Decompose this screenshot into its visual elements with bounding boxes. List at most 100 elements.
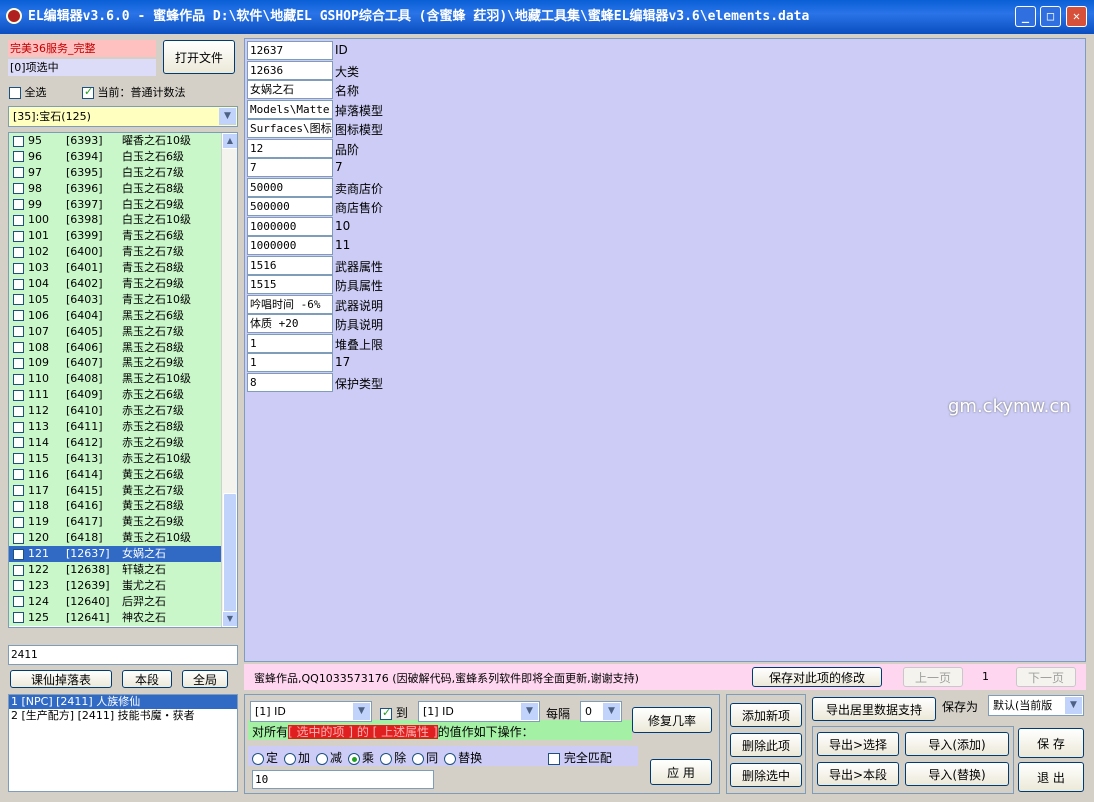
list-item[interactable]: 121 [12637] 女娲之石 xyxy=(9,546,237,563)
checkbox-icon[interactable] xyxy=(13,516,24,528)
list-item[interactable]: 98 [6396] 白玉之石8级 xyxy=(9,180,237,197)
checkbox-icon[interactable] xyxy=(13,373,24,385)
list-item[interactable]: 106 [6404] 黑玉之石6级 xyxy=(9,307,237,324)
maximize-button[interactable]: □ xyxy=(1040,6,1061,27)
property-value-input[interactable]: Surfaces\图标 xyxy=(247,119,333,138)
prev-page-button[interactable]: 上一页 xyxy=(903,667,963,687)
checkbox-icon[interactable] xyxy=(13,532,24,544)
checkbox-icon[interactable] xyxy=(13,135,24,147)
list-item[interactable]: 102 [6400] 青玉之石7级 xyxy=(9,244,237,261)
list-item[interactable]: 109 [6407] 黑玉之石9级 xyxy=(9,355,237,372)
checkbox-icon[interactable] xyxy=(13,167,24,179)
checkbox-icon[interactable] xyxy=(13,326,24,338)
checkbox-icon[interactable] xyxy=(13,262,24,274)
close-button[interactable]: ✕ xyxy=(1066,6,1087,27)
select-all-checkbox[interactable]: 全选 xyxy=(9,84,47,100)
checkbox-icon[interactable] xyxy=(13,548,24,560)
scroll-thumb[interactable] xyxy=(223,493,237,613)
checkbox-icon[interactable] xyxy=(13,612,24,624)
op-radio[interactable]: 替换 xyxy=(444,751,482,765)
to-checkbox[interactable]: 到 xyxy=(380,704,408,721)
scroll-down-icon[interactable]: ▼ xyxy=(222,611,237,627)
drop-table-button[interactable]: 课仙掉落表 xyxy=(10,670,112,688)
list-item[interactable]: 104 [6402] 青玉之石9级 xyxy=(9,276,237,292)
op-radio[interactable]: 同 xyxy=(412,751,438,765)
export-support-button[interactable]: 导出居里数据支持 xyxy=(812,697,936,721)
list-item[interactable]: 103 [6401] 青玉之石8级 xyxy=(9,260,237,277)
checkbox-icon[interactable] xyxy=(13,580,24,592)
checkbox-icon[interactable] xyxy=(13,294,24,306)
export-section-button[interactable]: 导出>本段 xyxy=(817,762,899,786)
list-item[interactable]: 114 [6412] 赤玉之石9级 xyxy=(9,434,237,451)
search-results[interactable]: 1 [NPC] [2411] 人族修仙 2 [生产配方] [2411] 技能书魔… xyxy=(8,694,238,792)
list-item[interactable]: 101 [6399] 青玉之石6级 xyxy=(9,228,237,245)
property-value-input[interactable]: 8 xyxy=(247,372,333,392)
checkbox-icon[interactable] xyxy=(13,246,24,258)
list-item[interactable]: 95 [6393] 曜香之石10级 xyxy=(9,133,237,149)
section-button[interactable]: 本段 xyxy=(122,670,172,688)
property-value-input[interactable]: 1000000 xyxy=(247,216,333,236)
minimize-button[interactable]: _ xyxy=(1015,6,1036,27)
list-item[interactable]: 120 [6418] 黄玉之石10级 xyxy=(9,530,237,547)
checkbox-icon[interactable] xyxy=(13,421,24,433)
exit-button[interactable]: 退 出 xyxy=(1018,762,1084,792)
checkbox-icon[interactable] xyxy=(13,485,24,497)
checkbox-icon[interactable] xyxy=(13,405,24,417)
checkbox-icon[interactable] xyxy=(13,278,24,290)
op-radio[interactable]: 除 xyxy=(380,751,406,765)
property-value-input[interactable]: 12636 xyxy=(247,60,333,80)
property-value-input[interactable]: 女娲之石 xyxy=(247,80,333,99)
checkbox-icon[interactable] xyxy=(13,437,24,449)
list-item[interactable]: 115 [6413] 赤玉之石10级 xyxy=(9,450,237,467)
next-page-button[interactable]: 下一页 xyxy=(1016,667,1076,687)
list-item[interactable]: 105 [6403] 青玉之石10级 xyxy=(9,291,237,308)
save-item-button[interactable]: 保存对此项的修改 xyxy=(752,667,882,687)
delete-item-button[interactable]: 删除此项 xyxy=(730,733,802,757)
list-item[interactable]: 117 [6415] 黄玉之石7级 xyxy=(9,482,237,499)
checkbox-icon[interactable] xyxy=(13,230,24,242)
property-value-input[interactable]: 吟唱时间 -6% xyxy=(247,294,333,314)
delete-selected-button[interactable]: 删除选中 xyxy=(730,763,802,787)
result-item[interactable]: 2 [生产配方] [2411] 技能书魔・获者 xyxy=(9,709,237,723)
checkbox-icon[interactable] xyxy=(13,183,24,195)
list-item[interactable]: 112 [6410] 赤玉之石7级 xyxy=(9,403,237,420)
result-item[interactable]: 1 [NPC] [2411] 人族修仙 xyxy=(9,695,237,709)
property-value-input[interactable]: 7 xyxy=(247,158,333,177)
property-value-input[interactable]: Models\Matte xyxy=(247,99,333,119)
op-value-input[interactable]: 10 xyxy=(252,770,434,789)
interval-select[interactable]: 0 ▼ xyxy=(580,701,622,722)
checkbox-icon[interactable] xyxy=(13,151,24,163)
search-input[interactable]: 2411 xyxy=(8,645,238,665)
checkbox-icon[interactable] xyxy=(13,469,24,481)
checkbox-icon[interactable] xyxy=(13,564,24,576)
list-item[interactable]: 113 [6411] 赤玉之石8级 xyxy=(9,419,237,435)
checkbox-icon[interactable] xyxy=(13,389,24,401)
checkbox-icon[interactable] xyxy=(13,214,24,226)
list-item[interactable]: 118 [6416] 黄玉之石8级 xyxy=(9,498,237,515)
list-item[interactable]: 111 [6409] 赤玉之石6级 xyxy=(9,387,237,404)
checkbox-icon[interactable] xyxy=(13,453,24,465)
list-item[interactable]: 125 [12641] 神农之石 xyxy=(9,609,237,626)
list-item[interactable]: 96 [6394] 白玉之石6级 xyxy=(9,148,237,165)
current-mode-checkbox[interactable]: 当前：普通计数法 xyxy=(82,84,186,100)
category-select[interactable]: [35]:宝石(125) ▼ xyxy=(8,106,238,127)
property-value-input[interactable]: 1516 xyxy=(247,255,333,275)
property-value-input[interactable]: 50000 xyxy=(247,177,333,197)
checkbox-icon[interactable] xyxy=(13,342,24,354)
import-replace-button[interactable]: 导入(替换) xyxy=(905,762,1009,786)
from-field-select[interactable]: [1] ID ▼ xyxy=(250,701,372,722)
list-item[interactable]: 116 [6414] 黄玉之石6级 xyxy=(9,466,237,483)
property-value-input[interactable]: 1 xyxy=(247,333,333,353)
list-item[interactable]: 97 [6395] 白玉之石7级 xyxy=(9,164,237,181)
property-value-input[interactable]: 1515 xyxy=(247,275,333,294)
export-selected-button[interactable]: 导出>选择 xyxy=(817,732,899,756)
checkbox-icon[interactable] xyxy=(13,596,24,608)
checkbox-icon[interactable] xyxy=(13,199,24,211)
checkbox-icon[interactable] xyxy=(13,357,24,369)
property-value-input[interactable]: 500000 xyxy=(247,197,333,216)
scroll-up-icon[interactable]: ▲ xyxy=(222,133,237,149)
list-item[interactable]: 108 [6406] 黑玉之石8级 xyxy=(9,339,237,356)
list-item[interactable]: 123 [12639] 蚩尤之石 xyxy=(9,577,237,594)
property-value-input[interactable]: 1 xyxy=(247,353,333,372)
open-file-button[interactable]: 打开文件 xyxy=(163,40,235,74)
